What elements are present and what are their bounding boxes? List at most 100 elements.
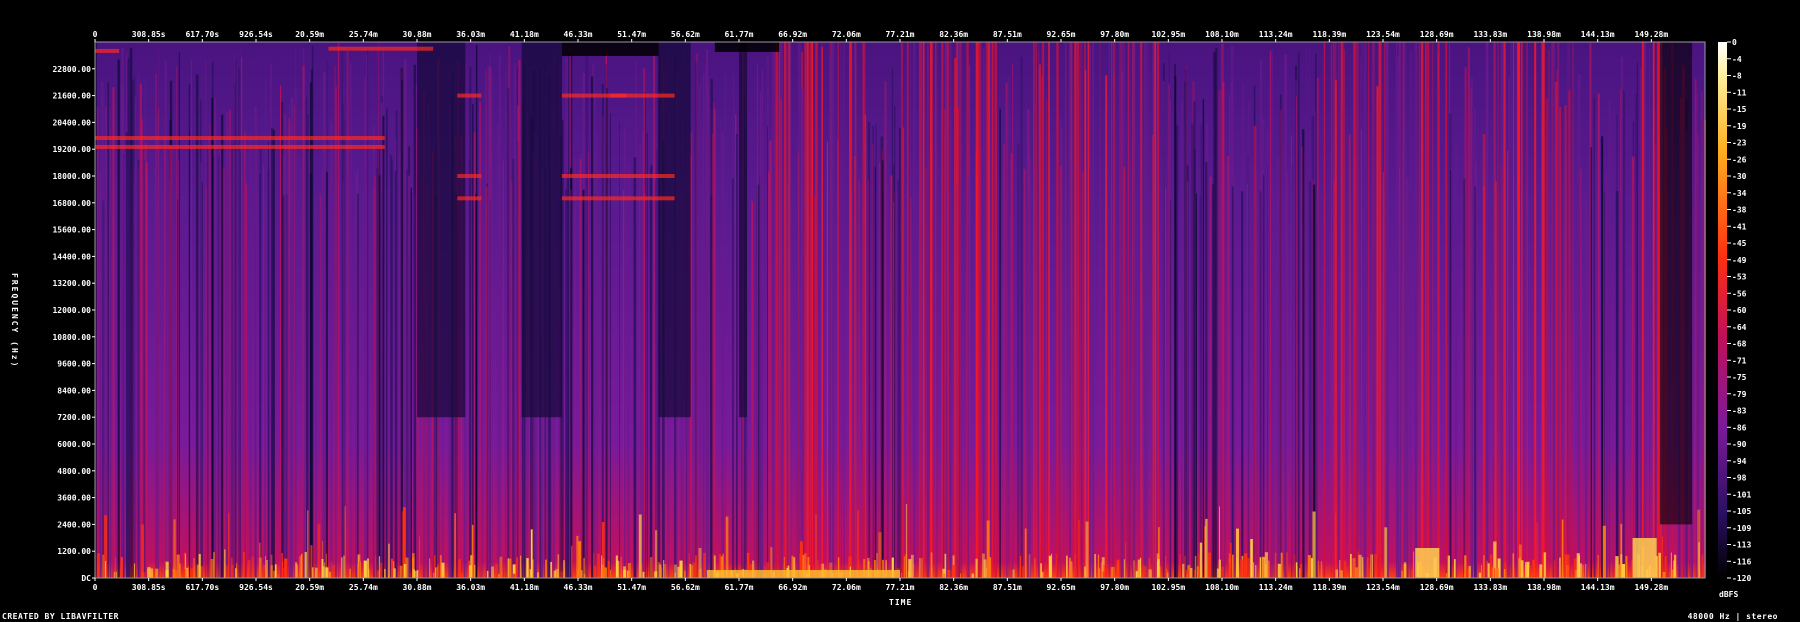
spectral-stripe bbox=[406, 168, 409, 579]
quiet-region bbox=[658, 42, 691, 418]
x-tick-label: 56.62m bbox=[671, 583, 700, 592]
spectral-stripe bbox=[1431, 142, 1433, 578]
spectral-stripe bbox=[212, 155, 214, 578]
low-frequency-energy bbox=[1478, 572, 1481, 578]
spectral-stripe bbox=[941, 42, 943, 578]
low-frequency-energy bbox=[141, 524, 144, 578]
low-frequency-energy bbox=[315, 567, 318, 578]
low-frequency-energy bbox=[1227, 571, 1229, 578]
low-frequency-energy bbox=[1520, 560, 1524, 578]
low-frequency-energy bbox=[1084, 566, 1086, 578]
spectral-stripe bbox=[208, 136, 210, 579]
spectral-stripe bbox=[1332, 42, 1334, 578]
tone-line bbox=[610, 93, 675, 98]
spectral-stripe bbox=[498, 55, 501, 579]
low-frequency-energy bbox=[1069, 557, 1071, 578]
low-frequency-energy bbox=[1028, 554, 1031, 578]
spectral-stripe bbox=[1027, 110, 1029, 579]
spectral-stripe bbox=[510, 182, 513, 578]
low-frequency-energy bbox=[1184, 556, 1186, 578]
low-frequency-energy bbox=[550, 561, 552, 578]
low-frequency-energy bbox=[703, 552, 706, 578]
spectral-stripe bbox=[1121, 42, 1123, 578]
spectral-stripe bbox=[1608, 101, 1611, 578]
spectral-stripe bbox=[949, 42, 952, 578]
low-frequency-energy bbox=[416, 570, 419, 578]
spectral-stripe bbox=[969, 65, 970, 578]
spectral-stripe bbox=[1048, 42, 1050, 578]
x-tick-label: 51.47m bbox=[617, 30, 646, 39]
spectral-stripe bbox=[407, 175, 411, 578]
low-frequency-energy bbox=[919, 558, 921, 578]
x-tick-label: 118.39m bbox=[1312, 30, 1346, 39]
spectral-stripe bbox=[1510, 42, 1513, 578]
spectral-stripe bbox=[975, 42, 979, 578]
low-frequency-energy bbox=[375, 555, 376, 578]
colorbar-tick-label: -120 bbox=[1732, 574, 1751, 583]
spectral-stripe bbox=[878, 162, 881, 578]
low-frequency-energy bbox=[1503, 569, 1506, 578]
quiet-region bbox=[417, 42, 466, 418]
low-frequency-energy bbox=[607, 560, 610, 578]
spectral-stripe bbox=[234, 53, 236, 579]
colorbar-tick-label: -83 bbox=[1732, 407, 1747, 416]
spectral-stripe bbox=[956, 107, 959, 579]
spectral-stripe bbox=[935, 42, 937, 578]
spectral-stripe bbox=[591, 76, 594, 578]
colorbar-tick-label: -113 bbox=[1732, 541, 1751, 550]
spectral-stripe bbox=[1218, 90, 1221, 579]
spectral-stripe bbox=[389, 155, 393, 579]
spectral-stripe bbox=[400, 67, 403, 579]
low-frequency-energy bbox=[1074, 553, 1076, 578]
spectral-stripe bbox=[801, 89, 804, 579]
spectral-stripe bbox=[176, 66, 178, 578]
spectral-stripe bbox=[898, 128, 901, 578]
low-frequency-energy bbox=[663, 560, 665, 578]
low-frequency-energy bbox=[1366, 557, 1369, 578]
colorbar-tick-label: -45 bbox=[1732, 239, 1747, 248]
x-tick-label: 82.36m bbox=[939, 583, 968, 592]
colorbar-tick-label: -64 bbox=[1732, 323, 1747, 332]
spectral-stripe bbox=[357, 194, 359, 578]
x-tick-label: 144.13m bbox=[1581, 583, 1615, 592]
low-frequency-energy bbox=[96, 553, 100, 578]
low-frequency-energy bbox=[1358, 554, 1362, 578]
low-frequency-energy bbox=[230, 564, 234, 578]
low-frequency-energy bbox=[1232, 554, 1234, 578]
x-tick-label: 123.54m bbox=[1366, 30, 1400, 39]
spectral-stripe bbox=[1039, 64, 1041, 578]
low-frequency-energy bbox=[358, 553, 360, 578]
spectral-stripe bbox=[111, 136, 113, 579]
spectral-stripe bbox=[254, 106, 257, 579]
spectral-stripe bbox=[588, 151, 589, 578]
x-tick-label: 138.98m bbox=[1527, 583, 1561, 592]
low-frequency-energy bbox=[650, 557, 653, 578]
low-frequency-energy bbox=[988, 557, 992, 578]
spectral-stripe bbox=[1127, 42, 1129, 578]
spectral-stripe bbox=[1403, 42, 1406, 578]
tone-line bbox=[457, 93, 482, 98]
low-frequency-energy bbox=[1262, 556, 1265, 578]
y-tick-label: 19200.00 bbox=[52, 145, 91, 154]
spectral-stripe bbox=[156, 131, 160, 578]
spectral-stripe bbox=[585, 55, 589, 578]
spectral-stripe bbox=[1006, 98, 1008, 578]
spectral-stripe bbox=[245, 183, 247, 578]
spectral-stripe bbox=[259, 148, 262, 578]
spectral-stripe bbox=[99, 173, 101, 579]
low-frequency-energy bbox=[183, 568, 187, 578]
low-frequency-energy bbox=[655, 530, 658, 578]
spectral-stripe bbox=[1526, 42, 1528, 578]
low-frequency-energy bbox=[1300, 564, 1303, 578]
spectral-stripe bbox=[979, 42, 982, 578]
spectral-stripe bbox=[337, 43, 340, 579]
spectral-stripe bbox=[1181, 102, 1183, 578]
low-frequency-energy bbox=[225, 565, 228, 578]
x-tick-label: 51.47m bbox=[617, 583, 646, 592]
y-tick-label: 4800.00 bbox=[57, 467, 91, 476]
spectral-stripe bbox=[285, 194, 288, 578]
low-frequency-energy bbox=[545, 559, 547, 578]
spectral-stripe bbox=[1555, 82, 1558, 578]
colorbar bbox=[1718, 42, 1727, 578]
spectral-stripe bbox=[507, 88, 510, 579]
